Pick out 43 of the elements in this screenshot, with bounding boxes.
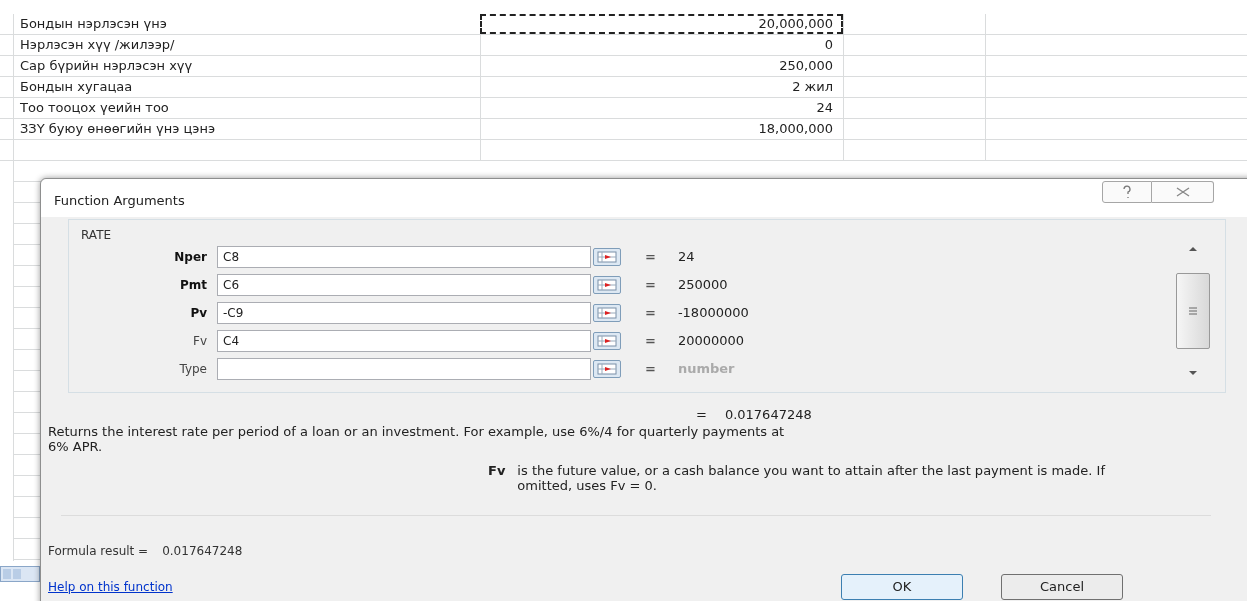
argument-input[interactable]: C4 — [217, 330, 591, 352]
argument-value: 20000000 — [677, 332, 745, 351]
sheet-cell: 250,000 — [480, 56, 843, 76]
argument-label: Pv — [189, 305, 208, 322]
equals-sign: = — [645, 248, 656, 267]
equals-sign: = — [645, 360, 656, 379]
argument-label: Nper — [173, 249, 208, 266]
equals-sign: = — [645, 276, 656, 295]
sheet-cell-text: Нэрлэсэн хүү /жилээр/ — [20, 36, 175, 55]
sheet-cell-text: Тоо тооцох үеийн тоо — [20, 99, 169, 118]
equals-sign: = — [645, 332, 656, 351]
argument-input[interactable]: C8 — [217, 246, 591, 268]
argument-description: is the future value, or a cash balance you want to attain after the last payment is made. If omitted, uses Fv = 0. — [517, 463, 1107, 493]
argument-value: number — [677, 360, 735, 379]
argument-value: -18000000 — [677, 304, 749, 323]
equals-sign: = — [696, 407, 707, 422]
argument-value: 24 — [677, 248, 695, 267]
sheet-cell-text: Бондын нэрлэсэн үнэ — [20, 15, 167, 34]
argument-input[interactable]: -C9 — [217, 302, 591, 324]
sheet-cell-text: Бондын хугацаа — [20, 78, 133, 97]
argument-value: 250000 — [677, 276, 728, 295]
equals-sign: = — [645, 304, 656, 323]
sheet-cell: 24 — [480, 98, 843, 118]
sheet-cell-text: Сар бүрийн нэрлэсэн хүү — [20, 57, 193, 76]
formula-result-label: Formula result = — [48, 543, 149, 560]
result-value: 0.017647248 — [724, 407, 812, 422]
sheet-cell-text: ЗЗҮ буюу өнөөгийн үнэ цэнэ — [20, 120, 216, 139]
formula-result-value: 0.017647248 — [162, 543, 243, 560]
function-name: RATE — [81, 227, 113, 244]
argument-label: Pmt — [178, 277, 208, 294]
argument-label: Fv — [192, 333, 208, 350]
function-description: Returns the interest rate per period of a loan or an investment. For example, use 6%/4 for quarterly payments at 6% APR. — [48, 424, 786, 454]
cancel-button[interactable]: Cancel — [1001, 574, 1123, 600]
argument-label: Type — [178, 361, 208, 378]
help-link[interactable]: Help on this function — [48, 578, 841, 596]
sheet-cell: 2 жил — [480, 77, 843, 97]
argument-input[interactable]: C6 — [217, 274, 591, 296]
sheet-cell: 0 — [480, 35, 843, 55]
sheet-cell: 20,000,000 — [480, 14, 843, 34]
argument-name: Fv — [488, 463, 506, 480]
ok-button[interactable]: OK — [841, 574, 963, 600]
sheet-cell: 18,000,000 — [480, 119, 843, 139]
dialog-title: Function Arguments — [54, 192, 185, 210]
